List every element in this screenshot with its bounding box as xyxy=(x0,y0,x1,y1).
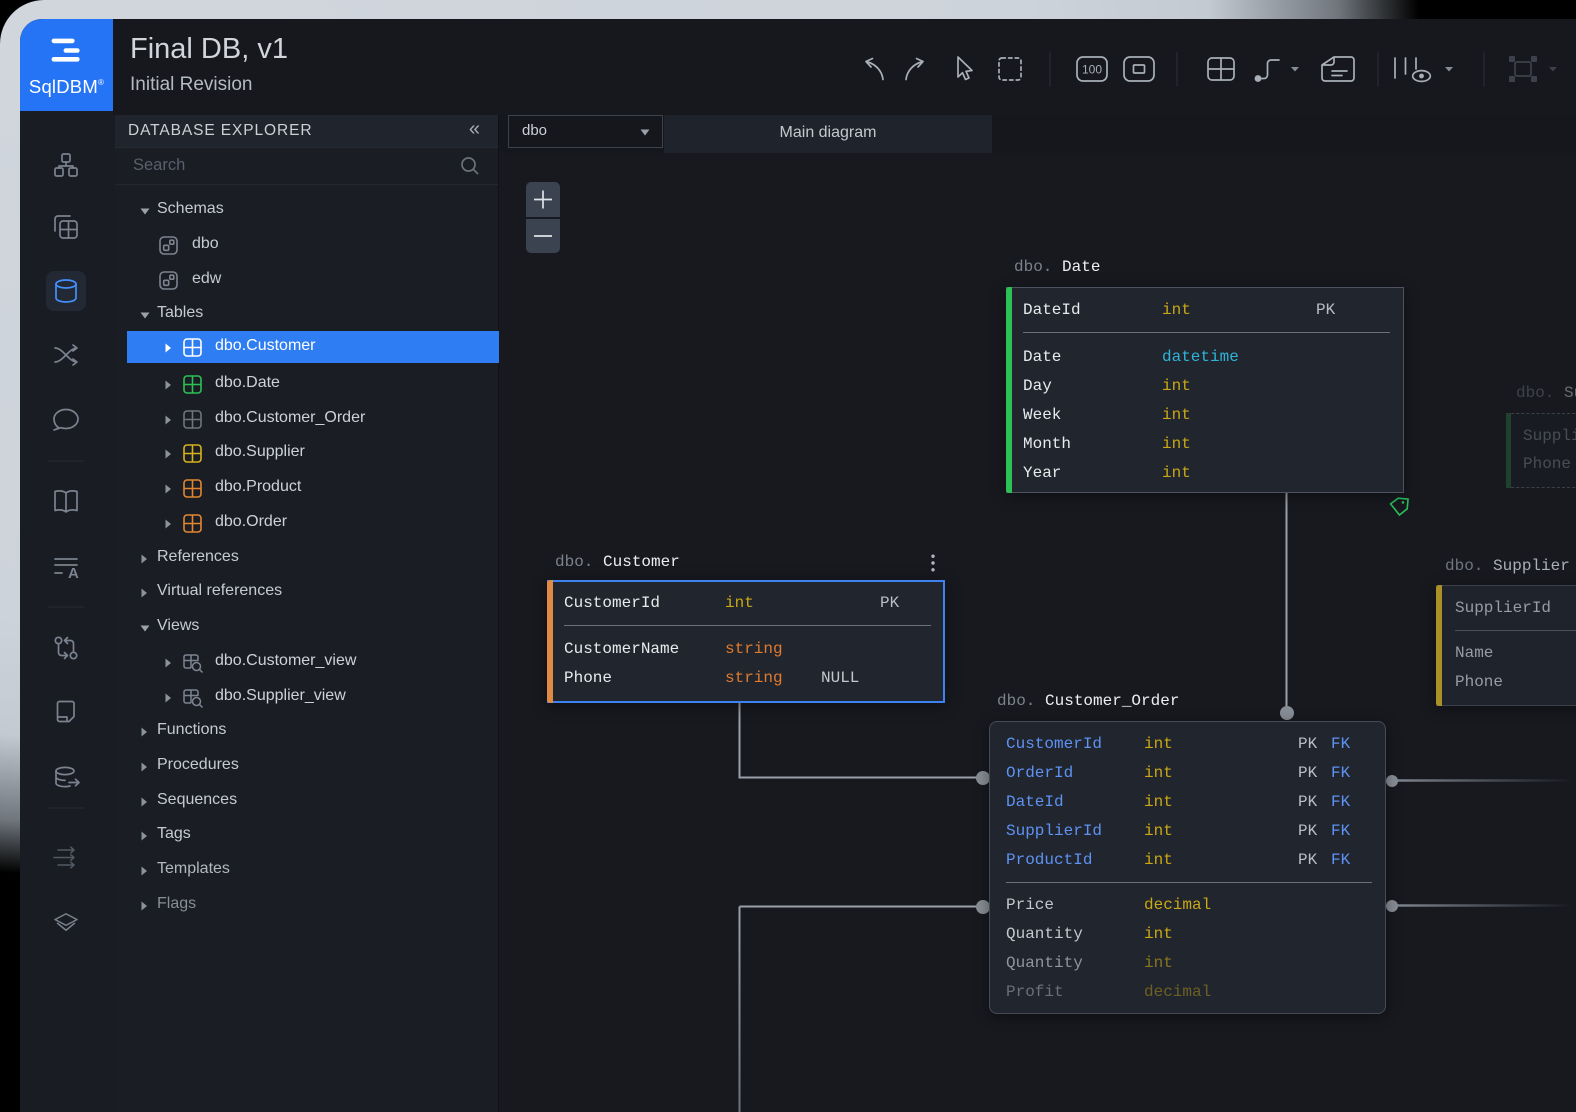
svg-text:A: A xyxy=(68,565,79,582)
svg-text:100: 100 xyxy=(1082,63,1102,77)
